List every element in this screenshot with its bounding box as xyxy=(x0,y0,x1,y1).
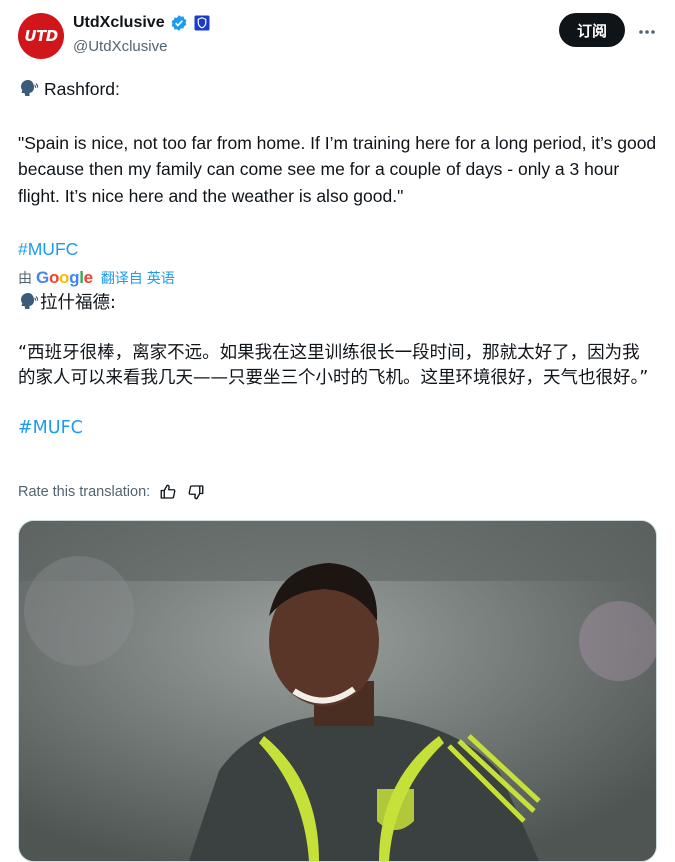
translation-attribution: 由 Google 翻译自 英语 xyxy=(18,268,175,288)
verified-badge-icon[interactable] xyxy=(170,14,188,32)
translated-from-link[interactable]: 翻译自 英语 xyxy=(101,268,175,288)
tweet-text: Rashford: "Spain is nice, not too far fr… xyxy=(18,76,657,263)
speaker-name: Rashford: xyxy=(44,79,120,99)
translated-speaker-name: 拉什福德: xyxy=(40,293,116,313)
tweet-photo[interactable] xyxy=(18,520,657,862)
subscribe-button[interactable]: 订阅 xyxy=(558,13,625,47)
quote-text: "Spain is nice, not too far from home. I… xyxy=(18,132,657,206)
translated-quote: “西班牙很棒，离家不远。如果我在这里训练很长一段时间，那就太好了，因为我的家人可… xyxy=(18,342,649,388)
tweet-header: UTD UtdXclusive @UtdXclusive 订阅 xyxy=(18,12,657,62)
speaking-head-icon xyxy=(18,78,39,98)
speaking-head-icon xyxy=(18,291,39,311)
shield-icon[interactable] xyxy=(193,14,211,32)
thumb-up-icon[interactable] xyxy=(158,482,178,502)
player-photo-illustration xyxy=(19,521,656,861)
rate-label: Rate this translation: xyxy=(18,484,151,500)
speaker-line: Rashford: xyxy=(18,76,657,103)
display-name[interactable]: UtdXclusive xyxy=(73,14,165,32)
thumb-down-icon[interactable] xyxy=(186,482,206,502)
handle[interactable]: @UtdXclusive xyxy=(73,38,167,55)
rate-translation: Rate this translation: xyxy=(18,482,206,502)
translated-speaker-line: 拉什福德: xyxy=(18,290,657,317)
avatar[interactable]: UTD xyxy=(18,13,64,59)
hashtag-link[interactable]: #MUFC xyxy=(18,236,657,263)
translated-by-label: 由 xyxy=(18,270,32,286)
more-icon[interactable] xyxy=(637,22,657,42)
avatar-logo-text: UTD xyxy=(24,27,58,45)
name-row: UtdXclusive xyxy=(73,14,211,32)
google-logo: Google xyxy=(36,268,93,287)
translated-hashtag-link[interactable]: #MUFC xyxy=(18,415,657,442)
translated-text: 拉什福德: “西班牙很棒，离家不远。如果我在这里训练很长一段时间，那就太好了，因… xyxy=(18,290,657,441)
